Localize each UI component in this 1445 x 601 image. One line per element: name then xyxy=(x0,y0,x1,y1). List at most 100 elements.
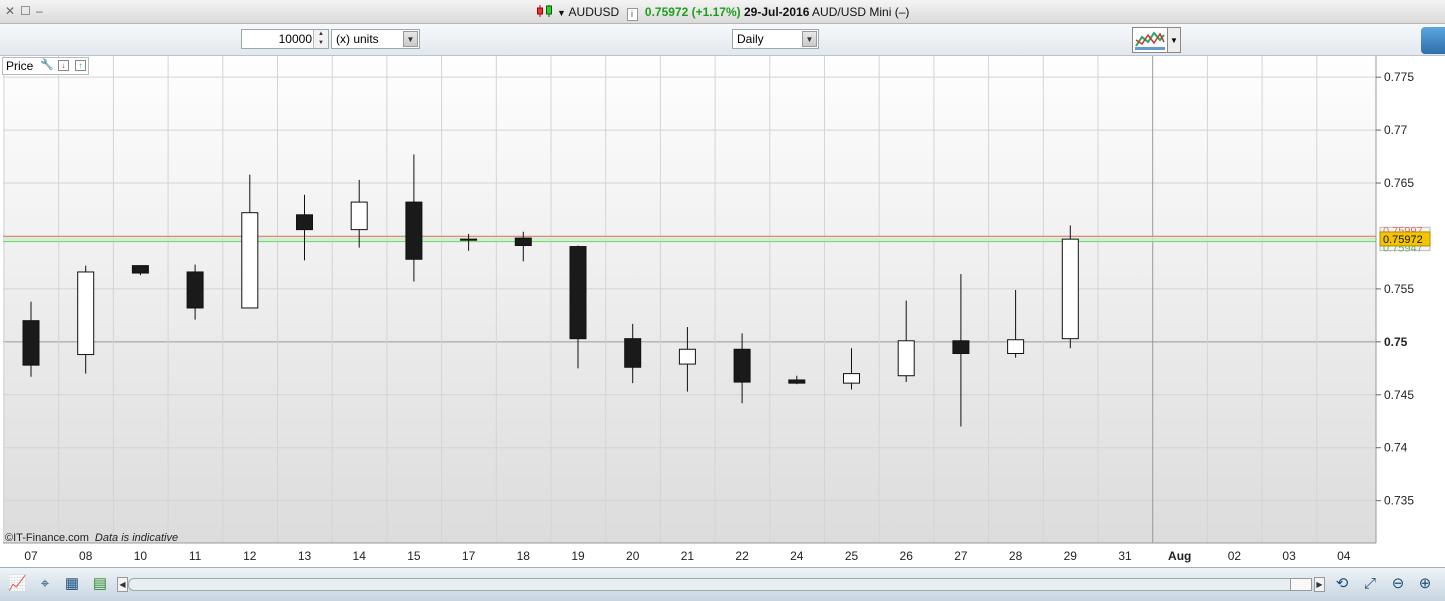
price-lines xyxy=(3,235,1376,243)
x-tick-label: 03 xyxy=(1282,549,1296,563)
x-tick-label: 08 xyxy=(79,549,93,563)
info-icon[interactable]: i xyxy=(626,8,638,21)
chevron-down-icon[interactable]: ▼ xyxy=(802,31,817,47)
stepper-arrows-icon[interactable]: ▲ ▼ xyxy=(313,30,328,48)
y-tick-label: 0.75 xyxy=(1384,335,1408,349)
move-up-icon[interactable]: ↑ xyxy=(75,60,86,71)
price-chart[interactable]: 0.775 0.77 0.765 0.755 0.75 0.745 0.74 0.735 07… xyxy=(0,56,1445,567)
last-price-label: 0.75972 xyxy=(1383,234,1423,246)
data-table-icon[interactable]: ▦ xyxy=(63,575,81,593)
candle-body xyxy=(1061,238,1079,340)
zoom-fit-icon[interactable]: ⤢ xyxy=(1361,575,1379,593)
zoom-in-icon[interactable]: ⊕ xyxy=(1416,575,1434,593)
x-tick-label: 21 xyxy=(681,549,695,563)
x-tick-label: 28 xyxy=(1009,549,1023,563)
y-tick-label: 0.765 xyxy=(1384,176,1414,190)
horizontal-scrollbar[interactable] xyxy=(128,578,1308,591)
x-tick-label: 18 xyxy=(517,549,531,563)
watermark-note: Data is indicative xyxy=(95,532,178,544)
move-down-icon[interactable]: ↓ xyxy=(58,60,69,71)
side-panel-toggle-icon[interactable] xyxy=(1421,27,1445,54)
candle-body xyxy=(186,271,204,309)
x-tick-label: 10 xyxy=(134,549,148,563)
y-tick-label: 0.74 xyxy=(1384,441,1408,455)
x-axis: 07 08 10 11 12 13 14 15 17 18 19 20 21 22 24 25 26 27 28 29… xyxy=(24,549,1350,563)
crosshair-tool-icon[interactable]: ⌖ xyxy=(36,575,54,593)
candle-body xyxy=(405,201,423,260)
candle-body xyxy=(952,340,970,354)
quantity-value[interactable]: 10000 xyxy=(279,32,312,46)
x-tick-label: 25 xyxy=(845,549,859,563)
spread-band xyxy=(3,236,1376,242)
auto-scale-icon[interactable]: ⟲ xyxy=(1333,575,1351,593)
x-tick-label: 04 xyxy=(1337,549,1351,563)
chart-type-dropdown-icon[interactable]: ▼ xyxy=(1168,27,1181,53)
chart-toolbar: 10000 ▲ ▼ (x) units ▼ Daily ▼ ▼ xyxy=(0,24,1445,56)
x-tick-label: 02 xyxy=(1228,549,1242,563)
x-tick-label: 13 xyxy=(298,549,312,563)
symbol-dropdown-icon[interactable]: ▼ xyxy=(557,8,566,18)
scroll-left-icon[interactable]: ◀ xyxy=(117,577,128,592)
x-tick-label: 14 xyxy=(353,549,367,563)
y-tick-label: 0.775 xyxy=(1384,70,1414,84)
y-tick-label: 0.745 xyxy=(1384,388,1414,402)
x-tick-label: 07 xyxy=(24,549,38,563)
x-tick-label: Aug xyxy=(1168,549,1191,563)
candle-body xyxy=(1007,339,1025,354)
window-title: ▼ AUDUSD i 0.75972 (+1.17%) 29-Jul-2016 … xyxy=(0,4,1445,21)
candle-body xyxy=(569,246,587,340)
window-titlebar: ✕ ☐ ‒ ▼ AUDUSD i 0.75972 (+1.17%) 29-Jul… xyxy=(0,0,1445,24)
candle-body xyxy=(514,237,532,247)
zoom-out-icon[interactable]: ⊖ xyxy=(1389,575,1407,593)
candle-body xyxy=(296,214,313,231)
symbol-label[interactable]: AUDUSD xyxy=(569,5,620,19)
bottom-toolbar: 📈 ⌖ ▦ ▤ ◀ ▶ ⟲ ⤢ ⊖ ⊕ xyxy=(0,567,1445,601)
quote-date: 29-Jul-2016 xyxy=(744,5,810,19)
y-tick-label: 0.735 xyxy=(1384,494,1414,508)
chevron-down-icon[interactable]: ▼ xyxy=(403,31,418,47)
candle-body xyxy=(350,201,368,231)
x-tick-label: 27 xyxy=(954,549,968,563)
candle-body xyxy=(241,212,259,309)
candle-body xyxy=(131,265,149,274)
candle-body xyxy=(22,320,40,366)
scrollbar-thumb[interactable] xyxy=(1290,578,1312,591)
candle-body xyxy=(460,238,478,241)
y-tick-label: 0.77 xyxy=(1384,123,1408,137)
units-label: (x) units xyxy=(336,32,379,46)
x-tick-label: 17 xyxy=(462,549,476,563)
x-tick-label: 26 xyxy=(900,549,914,563)
candle-body xyxy=(678,348,696,365)
price-tags: 0.759970.759470.75972 xyxy=(1379,225,1431,255)
candlestick-chart-svg[interactable]: 0.775 0.77 0.765 0.755 0.75 0.745 0.74 0.735 07… xyxy=(0,56,1445,567)
x-tick-label: 31 xyxy=(1118,549,1132,563)
candle-body xyxy=(624,338,642,368)
interval-label: Daily xyxy=(737,32,764,46)
interval-select[interactable]: Daily ▼ xyxy=(732,29,819,49)
scroll-right-icon[interactable]: ▶ xyxy=(1314,577,1325,592)
panel-label: Price xyxy=(6,59,34,73)
x-tick-label: 11 xyxy=(189,549,202,563)
indicators-icon[interactable]: ▤ xyxy=(91,575,109,593)
wrench-icon[interactable]: 🔧 xyxy=(40,60,54,71)
quantity-stepper[interactable]: 10000 ▲ ▼ xyxy=(241,29,329,49)
x-tick-label: 19 xyxy=(571,549,585,563)
candle-body xyxy=(733,348,751,383)
candle-body xyxy=(897,340,915,377)
x-tick-label: 12 xyxy=(243,549,257,563)
watermark-brand: ©IT-Finance.com xyxy=(5,532,89,544)
chart-type-icon xyxy=(1135,31,1165,50)
candle-body xyxy=(843,373,860,384)
x-tick-label: 20 xyxy=(626,549,640,563)
x-tick-label: 22 xyxy=(735,549,749,563)
x-tick-label: 15 xyxy=(407,549,421,563)
last-price: 0.75972 xyxy=(644,5,689,19)
units-select[interactable]: (x) units ▼ xyxy=(331,29,420,49)
plot-area xyxy=(3,56,1376,543)
price-change: (+1.17%) xyxy=(691,5,741,19)
chart-type-button[interactable] xyxy=(1132,27,1168,53)
x-tick-label: 24 xyxy=(790,549,804,563)
price-panel-tab[interactable]: Price 🔧 ↓ ↑ xyxy=(2,57,89,75)
y-axis: 0.775 0.77 0.765 0.755 0.75 0.745 0.74 0.735 xyxy=(1376,70,1414,508)
drawing-tools-icon[interactable]: 📈 xyxy=(8,575,27,593)
